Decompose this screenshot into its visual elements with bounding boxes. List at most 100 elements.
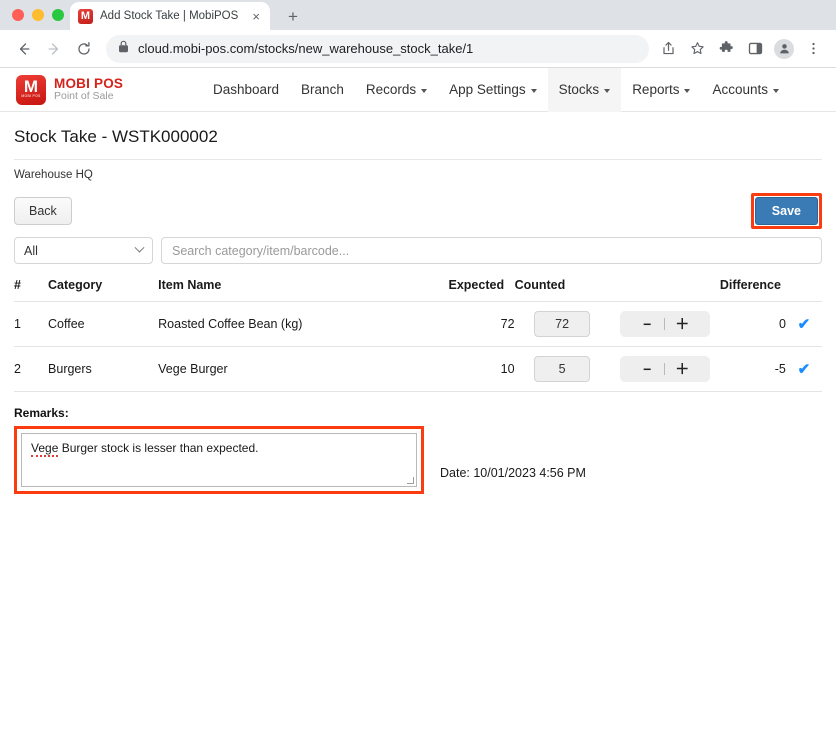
row-category: Coffee xyxy=(48,301,159,347)
brand-name: MOBI POS xyxy=(54,75,124,91)
nav-label: Accounts xyxy=(712,82,768,97)
stock-take-date: Date: 10/01/2023 4:56 PM xyxy=(440,466,586,480)
brand-text: MOBI POS Point of Sale xyxy=(54,75,124,103)
check-icon[interactable]: ✔ xyxy=(798,361,811,378)
nav-label: Reports xyxy=(632,82,680,97)
row-expected: 10 xyxy=(448,346,515,392)
nav-item-records[interactable]: Records xyxy=(355,68,438,112)
address-bar-url: cloud.mobi-pos.com/stocks/new_warehouse_… xyxy=(138,41,474,56)
chevron-down-icon xyxy=(134,242,145,253)
quantity-stepper: − ＋ xyxy=(619,356,710,382)
row-index: 2 xyxy=(14,346,49,392)
table-header-row: # Category Item Name Expected Counted Di… xyxy=(14,278,822,302)
tab-favicon-icon: M xyxy=(78,8,93,24)
nav-item-app-settings[interactable]: App Settings xyxy=(438,68,548,112)
header-difference: Difference xyxy=(719,278,786,302)
category-filter-select[interactable]: All xyxy=(14,237,153,264)
profile-avatar-icon[interactable] xyxy=(771,36,797,62)
row-counted-cell: 5 xyxy=(514,346,610,392)
back-button[interactable]: Back xyxy=(14,197,72,225)
remarks-annotation-highlight: Vege Burger stock is lesser than expecte… xyxy=(14,426,424,494)
bookmark-star-icon[interactable] xyxy=(684,36,710,62)
site-header: M MOBI POS MOBI POS Point of Sale Dashbo… xyxy=(0,67,836,112)
row-stepper-cell: − ＋ xyxy=(609,346,720,392)
table-body: 1 Coffee Roasted Coffee Bean (kg) 72 72 … xyxy=(14,301,822,392)
nav-label: Branch xyxy=(301,82,344,97)
header-category: Category xyxy=(48,278,159,302)
search-placeholder: Search category/item/barcode... xyxy=(172,243,350,258)
brand-tagline: Point of Sale xyxy=(54,90,114,103)
window-traffic-lights xyxy=(12,9,64,21)
header-index: # xyxy=(14,278,49,302)
header-item-name: Item Name xyxy=(158,278,449,302)
increment-button[interactable]: ＋ xyxy=(665,317,699,331)
row-stepper-cell: − ＋ xyxy=(609,301,720,347)
category-filter-value: All xyxy=(24,243,38,258)
remarks-misspelled-word: Vege xyxy=(31,441,59,457)
main-navigation: Dashboard Branch Records App Settings St… xyxy=(202,67,790,112)
counted-input[interactable]: 72 xyxy=(534,311,591,337)
row-expected: 72 xyxy=(448,301,515,347)
window-close-button[interactable] xyxy=(12,9,24,21)
chrome-menu-icon[interactable] xyxy=(800,36,826,62)
row-index: 1 xyxy=(14,301,49,347)
remarks-row: Vege Burger stock is lesser than expecte… xyxy=(14,426,822,494)
row-counted-cell: 72 xyxy=(514,301,610,347)
nav-label: App Settings xyxy=(449,82,526,97)
row-confirm-cell: ✔ xyxy=(785,301,822,347)
table-header: # Category Item Name Expected Counted Di… xyxy=(14,278,822,302)
row-difference: 0 xyxy=(719,301,786,347)
extensions-puzzle-icon[interactable] xyxy=(713,36,739,62)
nav-item-stocks[interactable]: Stocks xyxy=(547,67,622,112)
search-input[interactable]: Search category/item/barcode... xyxy=(161,237,822,264)
mobi-pos-logo-icon: M MOBI POS xyxy=(16,74,46,105)
browser-tab-active[interactable]: M Add Stock Take | MobiPOS × xyxy=(70,2,270,30)
browser-chrome: M Add Stock Take | MobiPOS × + cloud.mob… xyxy=(0,0,836,68)
chevron-down-icon xyxy=(773,88,779,93)
chevron-down-icon xyxy=(684,88,691,93)
nav-item-branch[interactable]: Branch xyxy=(290,68,355,112)
header-stepper-spacer xyxy=(609,278,720,302)
header-counted: Counted xyxy=(514,278,610,302)
forward-navigation-icon[interactable] xyxy=(40,35,68,63)
tab-title: Add Stock Take | MobiPOS xyxy=(100,10,239,22)
increment-button[interactable]: ＋ xyxy=(665,362,699,376)
window-maximize-button[interactable] xyxy=(52,9,64,21)
header-confirm-spacer xyxy=(785,278,822,302)
remarks-textarea[interactable]: Vege Burger stock is lesser than expecte… xyxy=(21,433,417,487)
logo-sub-text: MOBI POS xyxy=(21,94,41,98)
share-icon[interactable] xyxy=(655,36,681,62)
back-navigation-icon[interactable] xyxy=(10,35,38,63)
nav-item-dashboard[interactable]: Dashboard xyxy=(202,68,290,112)
logo-letter: M xyxy=(23,77,39,96)
nav-item-accounts[interactable]: Accounts xyxy=(701,68,790,112)
row-item-name: Roasted Coffee Bean (kg) xyxy=(158,301,449,347)
check-icon[interactable]: ✔ xyxy=(798,316,811,333)
save-button[interactable]: Save xyxy=(754,197,818,225)
chevron-down-icon xyxy=(421,88,428,93)
side-panel-icon[interactable] xyxy=(742,36,768,62)
brand-logo[interactable]: M MOBI POS MOBI POS Point of Sale xyxy=(16,74,202,105)
chevron-down-icon xyxy=(530,88,537,93)
nav-item-reports[interactable]: Reports xyxy=(621,68,701,112)
tab-favicon-letter: M xyxy=(80,9,91,22)
nav-label: Dashboard xyxy=(213,82,280,97)
chevron-down-icon xyxy=(604,88,611,93)
address-bar[interactable]: cloud.mobi-pos.com/stocks/new_warehouse_… xyxy=(106,34,649,63)
new-tab-button[interactable]: + xyxy=(283,8,303,25)
table-row: 2 Burgers Vege Burger 10 5 − ＋ -5 ✔ xyxy=(14,346,822,392)
tab-close-icon[interactable]: × xyxy=(250,10,262,23)
decrement-button[interactable]: − xyxy=(630,317,664,331)
browser-toolbar: cloud.mobi-pos.com/stocks/new_warehouse_… xyxy=(0,30,836,68)
page-title: Stock Take - WSTK000002 xyxy=(14,127,218,146)
textarea-resize-handle[interactable] xyxy=(407,477,414,484)
action-bar: Back Save xyxy=(14,191,822,231)
browser-tab-strip: M Add Stock Take | MobiPOS × + xyxy=(0,0,836,30)
remarks-text-rest: Burger stock is lesser than expected. xyxy=(58,441,259,455)
row-confirm-cell: ✔ xyxy=(785,346,822,392)
decrement-button[interactable]: − xyxy=(630,362,664,376)
row-item-name: Vege Burger xyxy=(158,346,449,392)
reload-icon[interactable] xyxy=(70,35,98,63)
window-minimize-button[interactable] xyxy=(32,9,44,21)
counted-input[interactable]: 5 xyxy=(534,356,591,382)
